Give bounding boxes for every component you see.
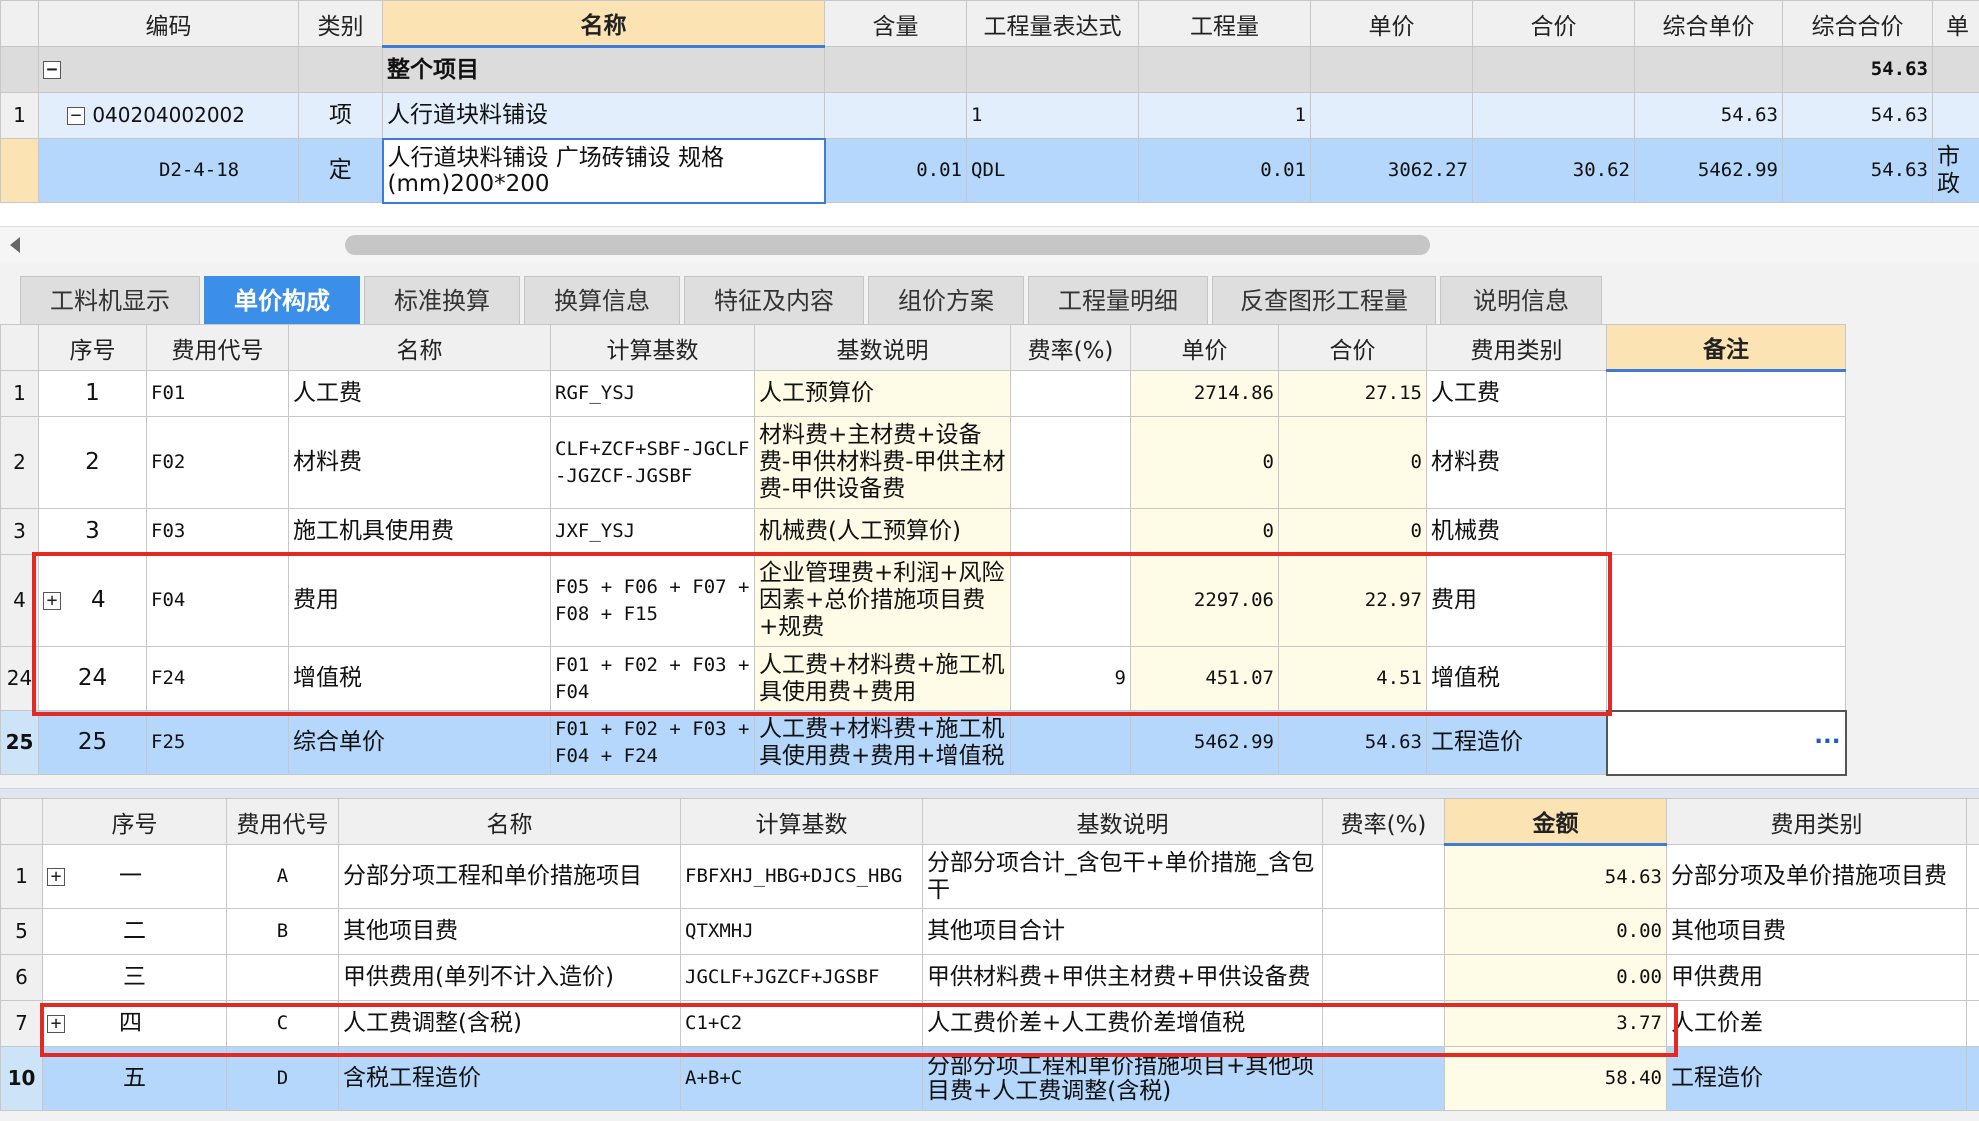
quota-type: 定 xyxy=(298,138,383,203)
col-header-base[interactable]: 计算基数 xyxy=(550,324,755,371)
quota-extra: 市政 xyxy=(1932,138,1979,203)
table-row-selected[interactable]: 10 五 D 含税工程造价 A+B+C 分部分项工程和单价措施项目+其他项目费+… xyxy=(0,1046,1979,1111)
table-row[interactable]: 7 + 四 C 人工费调整(含税) C1+C2 人工费价差+人工费价差增值税 3.… xyxy=(0,1000,1979,1047)
table-row[interactable]: 1 1 F01 人工费 RGF_YSJ 人工预算价 2714.86 27.15 … xyxy=(0,370,1846,417)
table-row-selected[interactable]: 25 25 F25 综合单价 F01 + F02 + F03 + F04 + F… xyxy=(0,709,1847,776)
item-type: 项 xyxy=(298,92,383,139)
item-comp-total: 54.63 xyxy=(1782,92,1933,139)
col-header-name[interactable]: 名称 xyxy=(382,0,825,48)
col-header-unit-price[interactable]: 单价 xyxy=(1130,324,1279,371)
tab-conversion-info[interactable]: 换算信息 xyxy=(524,276,680,325)
quota-code: D2-4-18 xyxy=(38,138,299,203)
col-header-remark[interactable]: 备注 xyxy=(1606,324,1846,372)
col-header-qty[interactable]: 工程量 xyxy=(1138,0,1311,47)
col-header-name[interactable]: 名称 xyxy=(288,324,551,371)
tab-description-info[interactable]: 说明信息 xyxy=(1440,276,1602,325)
bill-item-grid: 编码 类别 名称 含量 工程量表达式 工程量 单价 合价 综合单价 综合合价 单… xyxy=(0,0,1979,226)
quota-name-cell[interactable]: 人行道块料铺设 广场砖铺设 规格(mm)200*200 xyxy=(381,137,826,204)
col-header-qty-expr[interactable]: 工程量表达式 xyxy=(966,0,1139,47)
col-header-fee-code[interactable]: 费用代号 xyxy=(146,324,289,371)
table-row[interactable]: 2 2 F02 材料费 CLF+ZCF+SBF-JGCLF-JGZCF-JGSB… xyxy=(0,416,1846,509)
collapse-icon[interactable]: − xyxy=(43,60,61,79)
collapse-icon[interactable]: − xyxy=(67,106,85,125)
item-code: 040204002002 xyxy=(92,103,246,127)
table-row[interactable]: 4 +4 F04 费用 F05 + F06 + F07 + F08 + F15 … xyxy=(0,554,1846,647)
col-header-rate[interactable]: 费率(%) xyxy=(1322,798,1445,845)
col-header-fee-code[interactable]: 费用代号 xyxy=(226,798,339,845)
col-header-total[interactable]: 合价 xyxy=(1278,324,1427,371)
quota-qty-ratio[interactable]: 0.01 xyxy=(824,138,967,203)
col-header-base-desc[interactable]: 基数说明 xyxy=(754,324,1011,371)
item-qty-expr[interactable]: 1 xyxy=(966,92,1139,139)
bill-item-row[interactable]: 1 − 040204002002 项 人行道块料铺设 1 1 54.63 54.… xyxy=(0,92,1979,139)
col-header-fee-type[interactable]: 费用类别 xyxy=(1666,798,1967,845)
project-root-row[interactable]: − 整个项目 54.63 xyxy=(0,46,1979,93)
quota-qty-expr[interactable]: QDL xyxy=(966,138,1139,203)
col-header-seq[interactable]: 序号 xyxy=(42,798,227,845)
detail-tab-bar: 工料机显示 单价构成 标准换算 换算信息 特征及内容 组价方案 工程量明细 反查… xyxy=(0,262,1979,325)
horizontal-scrollbar[interactable] xyxy=(0,226,1979,263)
cost-summary-grid: 序号 费用代号 名称 计算基数 基数说明 费率(%) 金额 费用类别 1 + 一 … xyxy=(0,798,1979,1121)
row-number-header xyxy=(0,0,39,47)
item-qty[interactable]: 1 xyxy=(1138,92,1311,139)
quota-comp-total: 54.63 xyxy=(1782,138,1933,203)
col-header-total-price[interactable]: 合价 xyxy=(1472,0,1635,47)
tab-pricing-scheme[interactable]: 组价方案 xyxy=(868,276,1024,325)
quota-qty[interactable]: 0.01 xyxy=(1138,138,1311,203)
tab-standard-conversion[interactable]: 标准换算 xyxy=(364,276,520,325)
expand-icon[interactable]: + xyxy=(47,867,65,886)
row-number-header xyxy=(0,798,43,845)
table-row[interactable]: 24 24 F24 增值税 F01 + F02 + F03 + F04 人工费+… xyxy=(0,646,1846,711)
col-header-comp-unit-price[interactable]: 综合单价 xyxy=(1634,0,1783,47)
tab-reverse-graphic-quantity[interactable]: 反查图形工程量 xyxy=(1212,276,1436,325)
remark-edit-cell[interactable]: ··· xyxy=(1605,709,1847,776)
tab-labor-material-machine[interactable]: 工料机显示 xyxy=(20,276,200,325)
quota-row[interactable]: D2-4-18 定 人行道块料铺设 广场砖铺设 规格(mm)200*200 0.… xyxy=(0,137,1979,204)
col-header-fee-type[interactable]: 费用类别 xyxy=(1426,324,1607,371)
scroll-left-arrow-icon[interactable] xyxy=(10,237,20,253)
col-header-base-desc[interactable]: 基数说明 xyxy=(922,798,1323,845)
col-header-type[interactable]: 类别 xyxy=(298,0,383,47)
quota-comp-unit-price: 5462.99 xyxy=(1634,138,1783,203)
expand-icon[interactable]: + xyxy=(47,1014,65,1033)
project-comp-total: 54.63 xyxy=(1782,46,1933,93)
quota-total-price: 30.62 xyxy=(1472,138,1635,203)
quota-unit-price[interactable]: 3062.27 xyxy=(1310,138,1473,203)
more-options-icon[interactable]: ··· xyxy=(1814,729,1840,756)
tab-features-content[interactable]: 特征及内容 xyxy=(684,276,864,325)
col-header-amount[interactable]: 金额 xyxy=(1444,798,1667,846)
row-number-header xyxy=(0,324,39,371)
item-comp-unit-price: 54.63 xyxy=(1634,92,1783,139)
col-header-code[interactable]: 编码 xyxy=(38,0,299,47)
col-header-seq[interactable]: 序号 xyxy=(38,324,147,371)
col-header-extra[interactable]: 单 xyxy=(1932,0,1979,47)
item-name[interactable]: 人行道块料铺设 xyxy=(382,92,825,139)
col-header-name[interactable]: 名称 xyxy=(338,798,681,845)
tab-quantity-details[interactable]: 工程量明细 xyxy=(1028,276,1208,325)
col-header-base[interactable]: 计算基数 xyxy=(680,798,923,845)
table-row[interactable]: 6 三 甲供费用(单列不计入造价) JGCLF+JGZCF+JGSBF 甲供材料… xyxy=(0,954,1979,1001)
col-header-rate[interactable]: 费率(%) xyxy=(1010,324,1131,371)
table-row[interactable]: 1 + 一 A 分部分项工程和单价措施项目 FBFXHJ_HBG+DJCS_HBG… xyxy=(0,844,1979,909)
table-row[interactable]: 5 二 B 其他项目费 QTXMHJ 其他项目合计 0.00 其他项目费 xyxy=(0,908,1979,955)
project-name: 整个项目 xyxy=(382,46,825,93)
table-row[interactable]: 3 3 F03 施工机具使用费 JXF_YSJ 机械费(人工预算价) 0 0 机… xyxy=(0,508,1846,555)
tab-unit-price-composition[interactable]: 单价构成 xyxy=(204,276,360,325)
col-header-unit-price[interactable]: 单价 xyxy=(1310,0,1473,47)
scrollbar-thumb[interactable] xyxy=(345,235,1430,255)
col-header-qty-ratio[interactable]: 含量 xyxy=(824,0,967,47)
unit-price-composition-grid: 序号 费用代号 名称 计算基数 基数说明 费率(%) 单价 合价 费用类别 备注… xyxy=(0,324,1979,788)
col-header-comp-total[interactable]: 综合合价 xyxy=(1782,0,1933,47)
expand-icon[interactable]: + xyxy=(43,591,61,610)
